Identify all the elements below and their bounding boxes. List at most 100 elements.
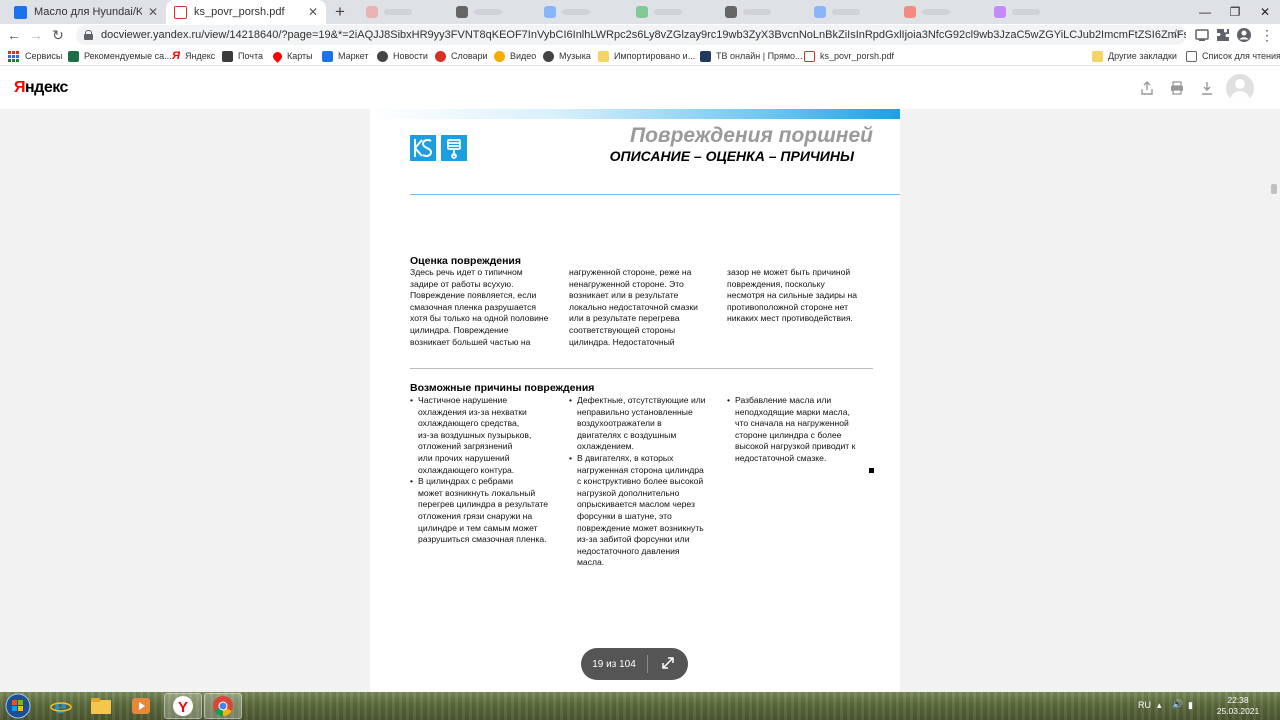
url-text[interactable]: docviewer.yandex.ru/view/14218640/?page=… [101,29,1186,41]
close-window-button[interactable]: ✕ [1250,0,1280,24]
bookmark-tv[interactable]: ТВ онлайн | Прямо... [700,48,803,64]
extensions-icon[interactable] [1215,27,1231,43]
menu-icon[interactable]: ⋮ [1257,25,1277,45]
vertical-scrollbar[interactable] [1268,109,1280,692]
background-tab[interactable] [456,6,502,18]
bookmark-services[interactable]: Сервисы [8,48,62,64]
text-line: стороне цилиндра с более [735,429,842,440]
taskbar-chrome-icon[interactable] [204,693,242,719]
bookmark-label: Рекомендуемые са... [84,51,172,61]
address-bar[interactable]: docviewer.yandex.ru/view/14218640/?page=… [76,25,1186,45]
reading-list[interactable]: Список для чтения [1186,48,1280,64]
bullet-item: Разбавление масла или неподходящие марки… [727,395,877,465]
reload-icon[interactable]: ↻ [48,25,68,45]
bookmark-video[interactable]: Видео [494,48,536,64]
bookmark-yandex[interactable]: Я Яндекс [172,48,215,64]
text-line: что сначала на нагруженной [735,418,849,429]
download-icon[interactable] [1200,81,1214,95]
text-line: разрушиться смазочная пленка. [418,534,547,545]
close-tab-icon[interactable]: ✕ [148,5,158,19]
cast-icon[interactable] [1194,27,1210,43]
fullscreen-button[interactable] [648,648,688,680]
bookmark-news[interactable]: Новости [377,48,428,64]
taskbar-ie-icon[interactable]: e [42,693,80,719]
bookmarks-bar: Сервисы Рекомендуемые са... Я Яндекс Почт… [0,46,1280,66]
taskbar-media-icon[interactable] [122,693,160,719]
forward-icon[interactable]: → [26,25,46,45]
text-line: двигателях с воздушным [577,429,677,440]
volume-icon[interactable]: 🔊 [1172,699,1183,720]
logo-text: ндекс [25,79,68,96]
taskbar-yandex-browser-icon[interactable]: Y [164,693,202,719]
close-tab-icon[interactable]: ✕ [308,5,318,19]
tab-pdf[interactable]: ks_povr_porsh.pdf ✕ [166,0,326,24]
yandex-logo[interactable]: Яндекс [14,79,68,97]
text-line: неподходящие марки масла, [735,406,850,417]
scrollbar-thumb[interactable] [1271,184,1277,194]
document-viewport[interactable]: Повреждения поршней ОПИСАНИЕ – ОЦЕНКА – … [0,109,1280,709]
text-line: или в результате перегрева [569,313,680,324]
tab-title: ks_povr_porsh.pdf [194,6,285,18]
background-tab[interactable] [814,6,860,18]
bookmark-other[interactable]: Другие закладки [1092,48,1177,64]
ks-logo-icon [410,135,436,161]
text-line: отложения грязи снаружи на [418,510,533,521]
back-icon[interactable]: ← [4,25,24,45]
system-clock[interactable]: 22:38 25.03.2021 [1208,695,1268,717]
section2-column-2: Дефектные, отсутствующие или неправильно… [569,395,719,569]
background-tab[interactable] [725,6,771,18]
text-line: с конструктивно более высокой [577,476,704,487]
bookmark-pdf[interactable]: ks_povr_porsh.pdf [804,48,894,64]
text-line: повреждения, поскольку [727,278,825,289]
print-icon[interactable] [1170,81,1184,95]
tab-oil[interactable]: Масло для Hyundai/KIA двигате ✕ [6,0,166,24]
yandex-icon: Я [172,49,181,62]
bing-icon [68,50,79,62]
background-tab[interactable] [366,6,412,18]
bookmark-recommended[interactable]: Рекомендуемые са... [68,48,172,64]
bookmark-mail[interactable]: Почта [222,48,263,64]
bookmark-market[interactable]: Маркет [322,48,368,64]
language-indicator[interactable]: RU [1138,700,1151,720]
text-line: нагруженной стороне, реже на [569,267,692,277]
taskbar-explorer-icon[interactable] [82,693,120,719]
page-counter[interactable]: 19 из 104 [581,659,647,670]
text-line: цилиндра. Повреждение [410,324,509,335]
new-tab-button[interactable]: + [330,2,350,22]
text-line: несмотря на сильные задиры на [727,290,857,301]
bookmark-dictionaries[interactable]: Словари [435,48,488,64]
bookmark-label: ks_povr_porsh.pdf [820,51,895,61]
background-tab[interactable] [904,6,950,18]
text-line: охлаждающего контура. [418,464,515,475]
bookmark-imported[interactable]: Импортировано и... [598,48,695,64]
clock-date: 25.03.2021 [1216,706,1260,716]
section1-column-2: нагруженной стороне, реже на ненагруженн… [569,267,719,348]
background-tab[interactable] [544,6,590,18]
dictionary-icon [435,50,446,62]
text-line: перегрев цилиндра в результате [418,499,549,510]
avatar[interactable] [1226,74,1254,102]
share-icon[interactable] [1140,81,1154,95]
header-divider [410,194,900,195]
minimize-button[interactable]: — [1190,0,1220,24]
bookmark-maps[interactable]: Карты [271,48,313,64]
bookmark-star-icon[interactable]: ☆ [1170,26,1182,42]
document-subtitle: ОПИСАНИЕ – ОЦЕНКА – ПРИЧИНЫ [609,148,854,164]
maximize-button[interactable]: ❐ [1220,0,1250,24]
tab-title: Масло для Hyundai/KIA двигате [34,6,142,18]
windows-start-icon[interactable] [4,693,32,719]
globe-icon [543,50,554,62]
text-line: воздухоотражатели в [577,418,662,429]
section-heading: Возможные причины повреждения [410,382,595,394]
network-icon[interactable]: ▮ [1188,700,1193,720]
section-heading: Оценка повреждения [410,255,522,267]
bookmark-music[interactable]: Музыка [543,48,591,64]
text-line: противоположной стороне нет [727,301,849,312]
favicon-icon [14,5,27,19]
text-line: из-за воздушных пузырьков, [418,429,532,440]
background-tab[interactable] [636,6,682,18]
profile-icon[interactable] [1236,27,1252,43]
page-navigator[interactable]: 19 из 104 [581,648,688,680]
tray-show-hidden-icon[interactable]: ▴ [1157,700,1162,720]
background-tab[interactable] [994,6,1040,18]
